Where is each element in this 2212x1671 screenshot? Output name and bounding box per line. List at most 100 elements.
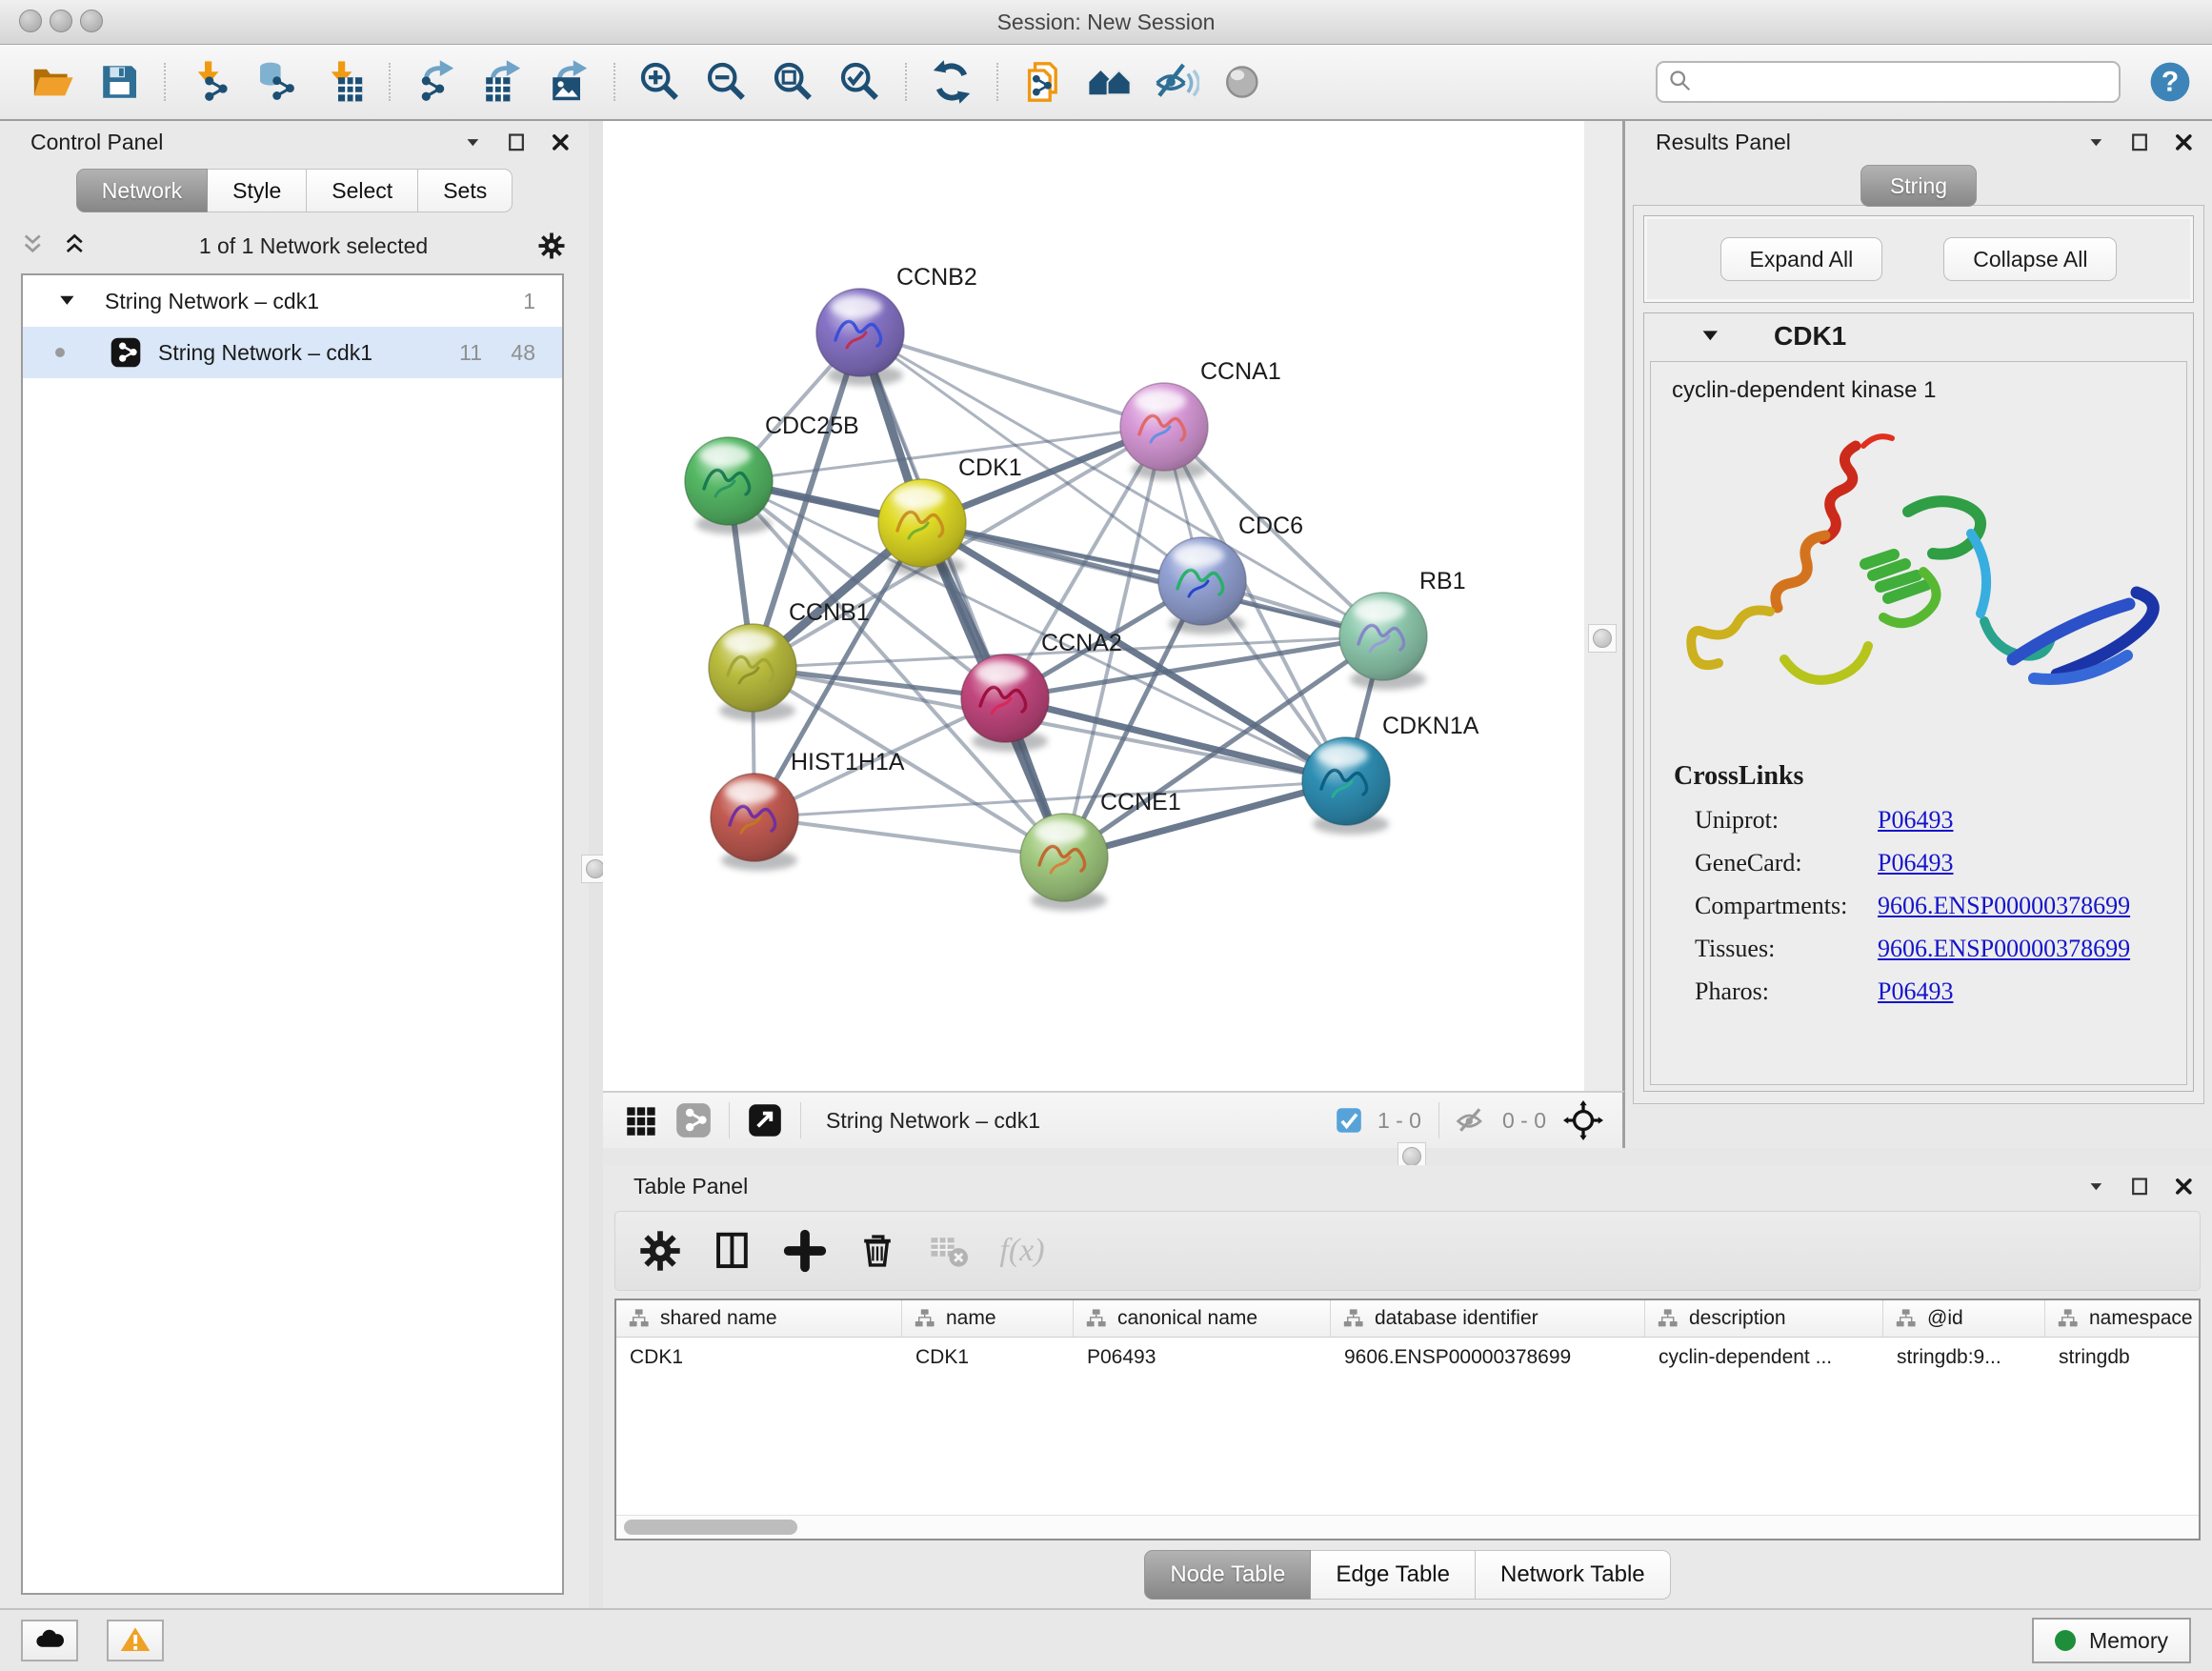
column-header-name[interactable]: name <box>902 1300 1074 1337</box>
left-splitter[interactable] <box>589 121 603 1608</box>
open-session-button[interactable] <box>26 55 79 109</box>
network-node-CDKN1A[interactable]: CDKN1A <box>1302 713 1479 835</box>
memory-status-dot <box>2055 1630 2076 1651</box>
network-dot-icon <box>50 342 70 363</box>
column-header-description[interactable]: description <box>1645 1300 1883 1337</box>
network-node-CDC6[interactable]: CDC6 <box>1158 513 1303 634</box>
shared-column-icon <box>628 1307 651 1330</box>
expand-all-icon[interactable] <box>61 232 90 260</box>
expand-all-button[interactable]: Expand All <box>1720 237 1883 281</box>
birdseye-view-icon[interactable] <box>745 1100 785 1140</box>
search-box[interactable] <box>1656 61 2121 103</box>
column-header-shared-name[interactable]: shared name <box>616 1300 902 1337</box>
network-edge-CCNE1-HIST1H1A[interactable] <box>754 817 1064 857</box>
table-row[interactable]: CDK1CDK1P064939606.ENSP00000378699cyclin… <box>616 1338 2199 1378</box>
table-hscrollbar[interactable] <box>616 1515 2199 1539</box>
crosshair-icon[interactable] <box>1563 1100 1603 1140</box>
grid-view-icon[interactable] <box>622 1100 662 1140</box>
tree-expander-icon[interactable] <box>55 289 80 313</box>
first-neighbors-button[interactable] <box>1083 55 1136 109</box>
panel-float-icon[interactable] <box>505 131 530 155</box>
tab-node-table[interactable]: Node Table <box>1144 1550 1311 1600</box>
gene-result-header[interactable]: CDK1 <box>1644 313 2193 359</box>
show-columns-button[interactable] <box>711 1229 754 1273</box>
zoom-in-button[interactable] <box>633 55 687 109</box>
scrollbar-thumb[interactable] <box>624 1520 797 1535</box>
crosslink-value-link[interactable]: P06493 <box>1878 806 1953 835</box>
crosslink-value-link[interactable]: 9606.ENSP00000378699 <box>1878 892 2130 920</box>
table-header-row: shared namenamecanonical namedatabase id… <box>616 1300 2199 1338</box>
tab-select[interactable]: Select <box>307 169 418 212</box>
clear-table-button[interactable] <box>928 1229 972 1273</box>
panel-float-icon[interactable] <box>2128 1175 2153 1199</box>
export-network-button[interactable] <box>409 55 462 109</box>
column-header-database-identifier[interactable]: database identifier <box>1331 1300 1645 1337</box>
table-settings-button[interactable] <box>638 1229 682 1273</box>
table-splitter[interactable] <box>603 1148 2212 1165</box>
tab-edge-table[interactable]: Edge Table <box>1311 1550 1476 1600</box>
collapse-caret-icon[interactable] <box>1698 323 1724 350</box>
cloud-button[interactable] <box>21 1620 78 1661</box>
tab-style[interactable]: Style <box>208 169 307 212</box>
column-header--id[interactable]: @id <box>1883 1300 2045 1337</box>
tab-sets[interactable]: Sets <box>418 169 513 212</box>
duplicate-network-button[interactable] <box>1016 55 1070 109</box>
export-table-button[interactable] <box>475 55 529 109</box>
panel-close-icon[interactable] <box>549 131 573 155</box>
network-edge-CCNB2-CCNA1[interactable] <box>860 332 1164 427</box>
save-session-button[interactable] <box>92 55 146 109</box>
warnings-button[interactable] <box>107 1620 164 1661</box>
panel-close-icon[interactable] <box>2172 131 2197 155</box>
panel-float-icon[interactable] <box>2128 131 2153 155</box>
tab-network-table[interactable]: Network Table <box>1476 1550 1671 1600</box>
panel-menu-icon[interactable] <box>2084 131 2109 155</box>
crosslinks-title: CrossLinks <box>1674 761 2186 792</box>
crosslink-value-link[interactable]: P06493 <box>1878 977 1953 1006</box>
zoom-selected-button[interactable] <box>834 55 887 109</box>
import-database-button[interactable] <box>251 55 304 109</box>
collapse-all-icon[interactable] <box>19 232 48 260</box>
zoom-fit-button[interactable] <box>767 55 820 109</box>
column-header-namespace[interactable]: namespace <box>2045 1300 2201 1337</box>
refresh-network-button[interactable] <box>925 55 978 109</box>
network-node-CDK1[interactable]: CDK1 <box>878 454 1022 576</box>
selected-checkbox-icon[interactable] <box>1334 1105 1364 1136</box>
shared-column-icon <box>1342 1307 1365 1330</box>
window-title: Session: New Session <box>0 0 2212 44</box>
splitter-grip[interactable] <box>1588 624 1617 653</box>
search-input[interactable] <box>1696 69 2109 95</box>
network-node-CCNB2[interactable]: CCNB2 <box>816 264 977 386</box>
network-node-RB1[interactable]: RB1 <box>1339 568 1466 690</box>
hide-selected-button[interactable] <box>1150 55 1203 109</box>
memory-button[interactable]: Memory <box>2032 1618 2191 1663</box>
import-table-button[interactable] <box>317 55 371 109</box>
gene-result-panel: CDK1 cyclin-dependent kinase 1 <box>1643 312 2194 1092</box>
delete-column-button[interactable] <box>855 1229 899 1273</box>
collapse-all-button[interactable]: Collapse All <box>1943 237 2117 281</box>
crosslink-value-link[interactable]: P06493 <box>1878 849 1953 877</box>
tab-string[interactable]: String <box>1860 165 1977 207</box>
network-canvas[interactable]: CCNB2 CCNA1 CDC25B CDK1 CDC6 RB1 CCNB1 <box>603 121 1584 1091</box>
network-row-selected[interactable]: String Network – cdk1 11 48 <box>23 327 562 378</box>
import-network-button[interactable] <box>184 55 237 109</box>
table-cell: 9606.ENSP00000378699 <box>1331 1346 1645 1369</box>
panel-menu-icon[interactable] <box>461 131 486 155</box>
gear-icon[interactable] <box>537 232 566 260</box>
column-header-canonical-name[interactable]: canonical name <box>1074 1300 1331 1337</box>
toolbar-separator <box>613 63 615 101</box>
panel-close-icon[interactable] <box>2172 1175 2197 1199</box>
function-builder-button[interactable]: f(x) <box>1000 1229 1044 1273</box>
share-view-icon[interactable] <box>674 1100 714 1140</box>
hidden-eye-icon[interactable] <box>1455 1103 1489 1137</box>
help-button[interactable]: ? <box>2147 59 2193 105</box>
network-tree: String Network – cdk1 1 String Network –… <box>21 273 564 1595</box>
network-collection-row[interactable]: String Network – cdk1 1 <box>23 275 562 327</box>
zoom-out-button[interactable] <box>700 55 754 109</box>
crosslink-value-link[interactable]: 9606.ENSP00000378699 <box>1878 935 2130 963</box>
add-column-button[interactable] <box>783 1229 827 1273</box>
show-hidden-button[interactable] <box>1217 55 1270 109</box>
export-image-button[interactable] <box>542 55 595 109</box>
panel-menu-icon[interactable] <box>2084 1175 2109 1199</box>
gene-description: cyclin-dependent kinase 1 <box>1672 377 2186 404</box>
tab-network[interactable]: Network <box>76 169 208 212</box>
